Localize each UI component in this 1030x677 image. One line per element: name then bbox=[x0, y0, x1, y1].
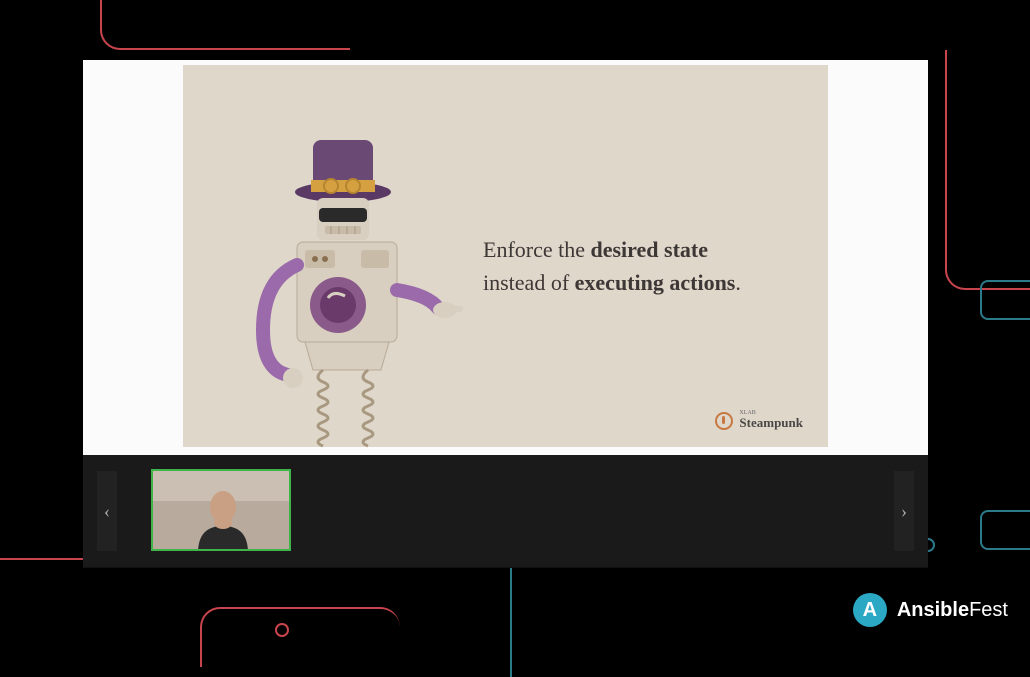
ansiblefest-logo: A AnsibleFest bbox=[853, 593, 1008, 627]
ansible-brand-light: Fest bbox=[969, 599, 1008, 621]
slide-text-part: instead of bbox=[483, 270, 575, 295]
robot-illustration bbox=[233, 130, 463, 450]
chevron-right-icon: › bbox=[901, 501, 907, 522]
bg-decoration bbox=[980, 280, 1030, 320]
bg-decoration bbox=[200, 607, 400, 667]
steampunk-name: Steampunk bbox=[739, 415, 803, 430]
ansible-brand-bold: Ansible bbox=[897, 599, 969, 621]
presentation-container: Enforce the desired state instead of exe… bbox=[83, 60, 928, 568]
ansible-icon: A bbox=[853, 593, 887, 627]
bg-decoration bbox=[100, 0, 350, 50]
next-arrow[interactable]: › bbox=[894, 471, 914, 551]
bg-decoration bbox=[945, 50, 1030, 290]
speaker-strip: ‹ › bbox=[83, 455, 928, 567]
slide-text-part: . bbox=[735, 270, 741, 295]
steampunk-text-wrap: XLAB Steampunk bbox=[739, 410, 803, 432]
slide-text-bold: executing actions bbox=[575, 270, 736, 295]
slide-content: Enforce the desired state instead of exe… bbox=[183, 65, 828, 447]
slide: Enforce the desired state instead of exe… bbox=[83, 60, 928, 455]
slide-headline: Enforce the desired state instead of exe… bbox=[483, 233, 741, 299]
slide-text-part: Enforce the bbox=[483, 237, 591, 262]
steampunk-icon bbox=[715, 412, 733, 430]
bg-decoration bbox=[980, 510, 1030, 550]
prev-arrow[interactable]: ‹ bbox=[97, 471, 117, 551]
bg-decoration-dot bbox=[275, 623, 289, 637]
bg-decoration bbox=[0, 500, 90, 560]
slide-text-bold: desired state bbox=[591, 237, 709, 262]
ansible-text: AnsibleFest bbox=[897, 599, 1008, 622]
ansible-letter: A bbox=[863, 599, 877, 622]
steampunk-logo: XLAB Steampunk bbox=[715, 410, 803, 432]
chevron-left-icon: ‹ bbox=[104, 501, 110, 522]
speaker-thumbnail[interactable] bbox=[151, 469, 291, 551]
